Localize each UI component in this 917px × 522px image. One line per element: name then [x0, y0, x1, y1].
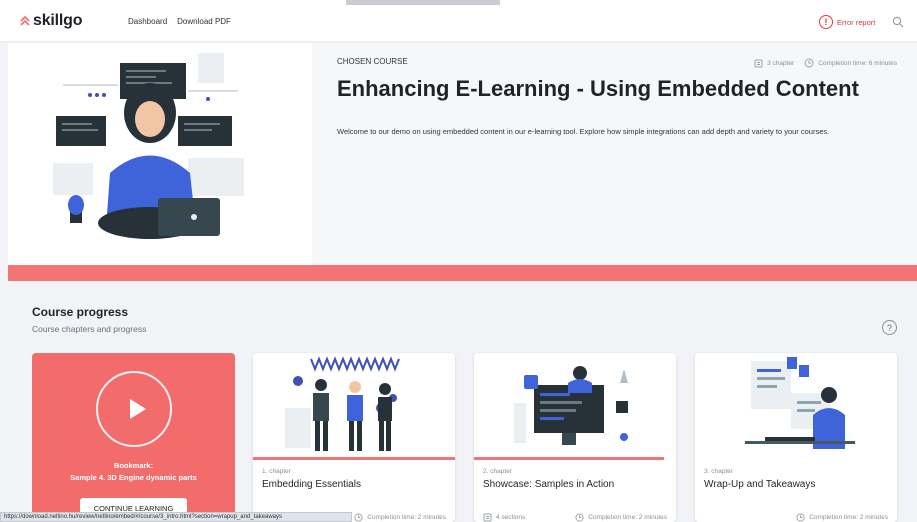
- chapter-3-title: Wrap-Up and Takeaways: [704, 479, 816, 490]
- course-hero: CHOSEN COURSE 3 chapter Completion time:…: [312, 43, 917, 265]
- chapter-2-illustration: [514, 366, 628, 445]
- error-report-button[interactable]: ! Error report: [819, 15, 875, 29]
- book-icon: [483, 513, 492, 522]
- chapter-count: 3 chapter: [767, 59, 795, 67]
- chapter-1-progress-bar: [253, 457, 455, 460]
- accent-stripe: [8, 265, 917, 281]
- clock-icon: [575, 513, 584, 522]
- browser-status-url: https://download.netlino.hu/review/netli…: [0, 512, 352, 522]
- chapter-2-sections: 4 sections: [496, 514, 526, 521]
- course-title: Enhancing E-Learning - Using Embedded Co…: [337, 76, 859, 101]
- tab-stub: [346, 0, 500, 5]
- chapter-3-illustration: [745, 357, 855, 449]
- chapter-card-3[interactable]: 3. chapter Wrap-Up and Takeaways Complet…: [695, 353, 897, 522]
- help-icon[interactable]: ?: [882, 320, 897, 335]
- chapter-1-number: 1. chapter: [262, 468, 291, 475]
- error-report-label: Error report: [837, 17, 876, 27]
- course-description: Welcome to our demo on using embedded co…: [337, 127, 830, 136]
- logo-chevrons-icon: [20, 15, 30, 26]
- bookmark-card[interactable]: Bookmark: Sample 4. 3D Engine dynamic pa…: [32, 353, 235, 522]
- alert-icon: !: [819, 15, 833, 29]
- course-completion-time: Completion time: 6 minutes: [818, 59, 897, 67]
- nav-dashboard[interactable]: Dashboard: [128, 17, 167, 26]
- chapter-card-1[interactable]: 1. chapter Embedding Essentials Completi…: [253, 353, 455, 522]
- chapter-3-completion: Completion time: 2 minutes: [809, 514, 888, 521]
- chosen-course-label: CHOSEN COURSE: [337, 57, 408, 66]
- logo[interactable]: skillgo: [19, 12, 82, 30]
- top-bar: skillgo Dashboard Download PDF ! Error r…: [0, 0, 917, 42]
- progress-subtitle: Course chapters and progress: [32, 324, 147, 334]
- course-meta: 3 chapter Completion time: 6 minutes: [754, 58, 897, 68]
- play-icon[interactable]: [96, 371, 172, 447]
- course-illustration: [8, 43, 312, 265]
- book-icon: [754, 59, 763, 67]
- clock-icon: [804, 58, 814, 68]
- logo-text: skillgo: [33, 12, 83, 29]
- chapter-2-progress-bar: [474, 457, 664, 460]
- clock-icon: [354, 513, 363, 522]
- chapter-1-title: Embedding Essentials: [262, 479, 361, 490]
- bookmark-heading: Bookmark:: [113, 461, 154, 470]
- chapter-2-title: Showcase: Samples in Action: [483, 479, 615, 490]
- bookmark-lesson: Sample 4. 3D Engine dynamic parts: [70, 473, 197, 482]
- clock-icon: [796, 513, 805, 522]
- chapter-2-number: 2. chapter: [483, 468, 512, 475]
- chapter-1-completion: Completion time: 2 minutes: [367, 514, 446, 521]
- chapter-2-completion: Completion time: 2 minutes: [588, 514, 667, 521]
- chapter-3-number: 3. chapter: [704, 468, 733, 475]
- top-nav: Dashboard Download PDF: [128, 17, 231, 26]
- chapter-2-footer: 4 sections Completion time: 2 minutes: [483, 513, 667, 522]
- bookmark-label: Bookmark: Sample 4. 3D Engine dynamic pa…: [32, 460, 235, 484]
- chapter-1-illustration: [285, 356, 400, 451]
- nav-download-pdf[interactable]: Download PDF: [177, 17, 231, 26]
- progress-title: Course progress: [32, 305, 129, 319]
- chapter-card-2[interactable]: 2. chapter Showcase: Samples in Action 4…: [474, 353, 676, 522]
- search-icon[interactable]: [892, 16, 904, 28]
- chapter-3-footer: Completion time: 2 minutes: [704, 513, 888, 522]
